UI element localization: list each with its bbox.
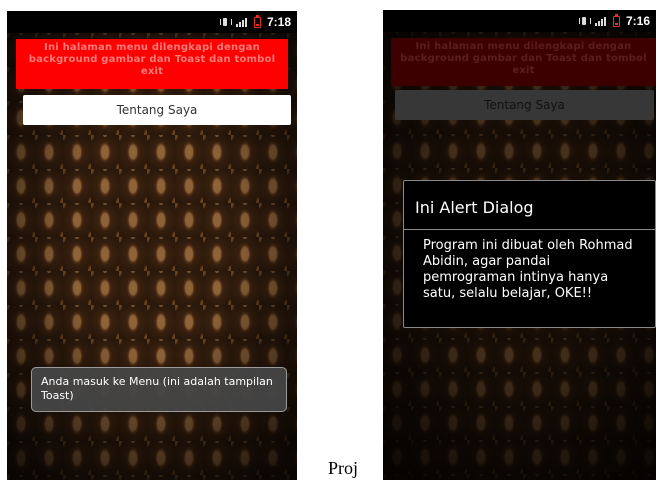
status-bar: 7:16 <box>383 10 656 32</box>
tentang-saya-button[interactable]: Tentang Saya <box>23 95 291 125</box>
phone-screen-dialog: 7:16 Ini halaman menu dilengkapi dengan … <box>383 10 656 480</box>
dialog-title: Ini Alert Dialog <box>415 198 534 217</box>
vibrate-icon <box>578 16 591 26</box>
battery-icon <box>612 13 620 27</box>
alert-dialog: Ini Alert Dialog Program ini dibuat oleh… <box>403 180 656 328</box>
dialog-message: Program ini dibuat oleh Rohmad Abidin, a… <box>423 238 633 301</box>
status-bar: 7:18 <box>7 11 297 33</box>
signal-icon <box>235 17 248 27</box>
menu-header-banner: Ini halaman menu dilengkapi dengan backg… <box>16 39 288 89</box>
signal-icon <box>594 16 607 26</box>
document-caption-fragment: Proj <box>328 458 359 478</box>
phone-screen-menu: 7:18 Ini halaman menu dilengkapi dengan … <box>7 11 297 480</box>
toast-message: Anda masuk ke Menu (ini adalah tampilan … <box>31 367 287 412</box>
status-time: 7:18 <box>266 15 291 29</box>
status-time: 7:16 <box>625 14 650 28</box>
vibrate-icon <box>219 17 232 27</box>
battery-icon <box>253 14 261 28</box>
